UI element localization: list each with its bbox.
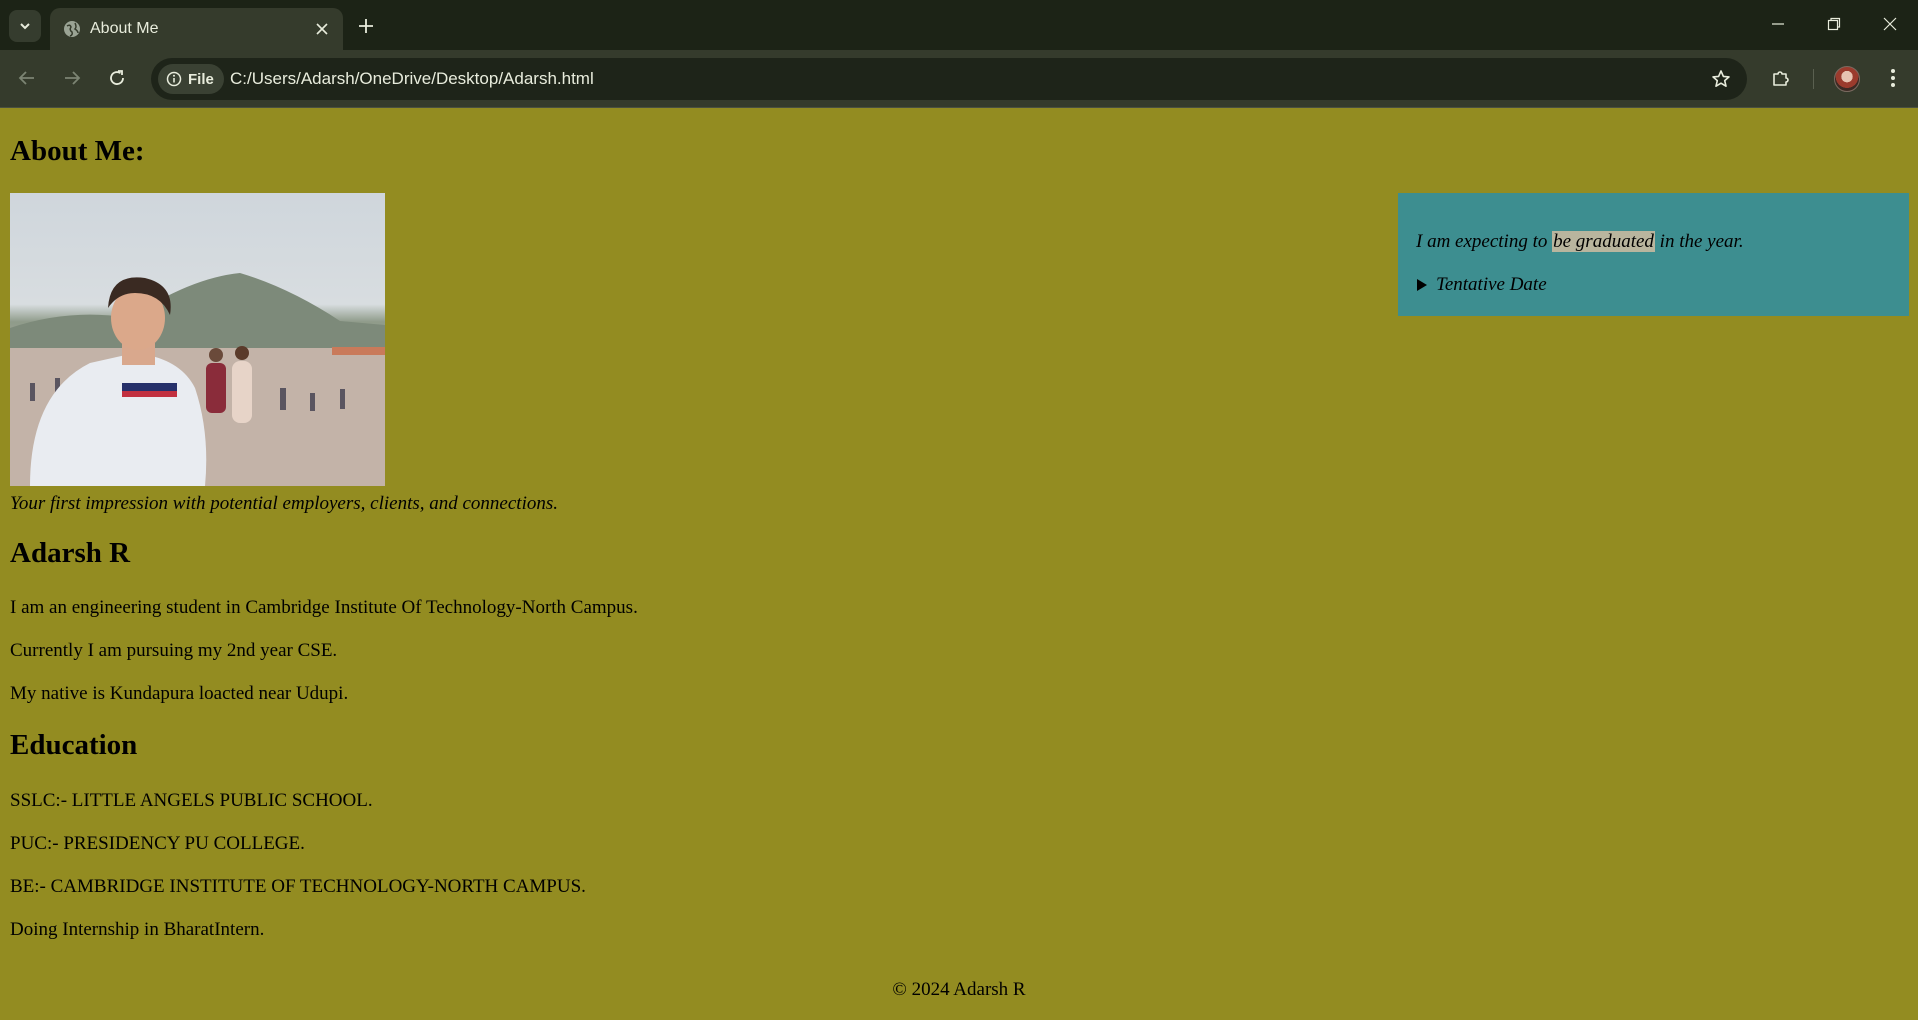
graduation-text-before: I am expecting to <box>1416 231 1553 252</box>
highlighted-text: be graduated <box>1552 231 1655 252</box>
tab-bar: About Me <box>0 0 1918 50</box>
puzzle-icon <box>1773 71 1789 86</box>
photo-illustration <box>10 273 385 486</box>
tentative-date-details[interactable]: Tentative Date <box>1416 274 1547 296</box>
forward-button[interactable] <box>56 62 88 94</box>
globe-icon <box>64 21 80 37</box>
disclosure-triangle-icon <box>1417 279 1427 291</box>
restore-button[interactable] <box>1816 8 1852 40</box>
plus-icon <box>359 19 373 33</box>
education-item: PUC:- PRESIDENCY PU COLLEGE. <box>10 833 305 854</box>
education-item: BE:- CAMBRIDGE INSTITUTE OF TECHNOLOGY-N… <box>10 876 586 897</box>
intro-line: My native is Kundapura loacted near Udup… <box>10 683 349 704</box>
arrow-right-icon <box>65 71 81 85</box>
page-content: About Me: Your first impression with pot… <box>0 109 1918 1020</box>
education-item: SSLC:- LITTLE ANGELS PUBLIC SCHOOL. <box>10 790 373 811</box>
browser-menu-button[interactable] <box>1880 62 1906 94</box>
new-tab-button[interactable] <box>352 12 380 40</box>
graduation-text-after: in the year. <box>1654 231 1744 252</box>
education-item: Doing Internship in BharatIntern. <box>10 919 265 940</box>
close-icon <box>1883 17 1897 31</box>
photo-caption: Your first impression with potential emp… <box>10 493 558 514</box>
intro-line: I am an engineering student in Cambridge… <box>10 597 638 618</box>
extensions-button[interactable] <box>1765 62 1797 94</box>
back-button[interactable] <box>11 62 43 94</box>
tab-title: About Me <box>90 20 159 37</box>
close-window-button[interactable] <box>1872 8 1908 40</box>
page-title: About Me: <box>10 135 145 167</box>
chevron-down-icon <box>20 23 30 30</box>
page-footer: © 2024 Adarsh R <box>892 979 1026 1000</box>
name-heading: Adarsh R <box>10 537 131 569</box>
profile-avatar[interactable] <box>1834 66 1860 92</box>
tab-close-button[interactable] <box>311 18 333 40</box>
details-summary: Tentative Date <box>1436 274 1547 295</box>
minimize-icon <box>1772 23 1784 25</box>
site-info-chip[interactable]: File <box>158 64 224 94</box>
education-heading: Education <box>10 729 138 761</box>
graduation-aside: I am expecting to be graduated in the ye… <box>1398 193 1909 316</box>
profile-photo <box>10 193 385 486</box>
active-tab[interactable]: About Me <box>50 8 343 50</box>
site-info-label: File <box>188 70 214 88</box>
toolbar-divider <box>1813 69 1814 89</box>
more-vertical-icon <box>1891 69 1895 87</box>
reload-button[interactable] <box>101 62 133 94</box>
reload-icon <box>110 70 124 85</box>
browser-toolbar: File C:/Users/Adarsh/OneDrive/Desktop/Ad… <box>0 50 1918 108</box>
star-icon <box>1712 70 1730 87</box>
info-icon <box>166 71 182 87</box>
close-icon <box>316 23 328 35</box>
intro-line: Currently I am pursuing my 2nd year CSE. <box>10 640 338 661</box>
bookmark-button[interactable] <box>1709 67 1733 91</box>
graduation-text: I am expecting to be graduated in the ye… <box>1416 231 1744 253</box>
url-text[interactable]: C:/Users/Adarsh/OneDrive/Desktop/Adarsh.… <box>230 69 594 89</box>
minimize-button[interactable] <box>1760 8 1796 40</box>
arrow-left-icon <box>18 71 34 85</box>
tab-search-button[interactable] <box>9 10 41 42</box>
restore-icon <box>1827 17 1841 31</box>
address-bar[interactable]: File C:/Users/Adarsh/OneDrive/Desktop/Ad… <box>151 58 1747 100</box>
